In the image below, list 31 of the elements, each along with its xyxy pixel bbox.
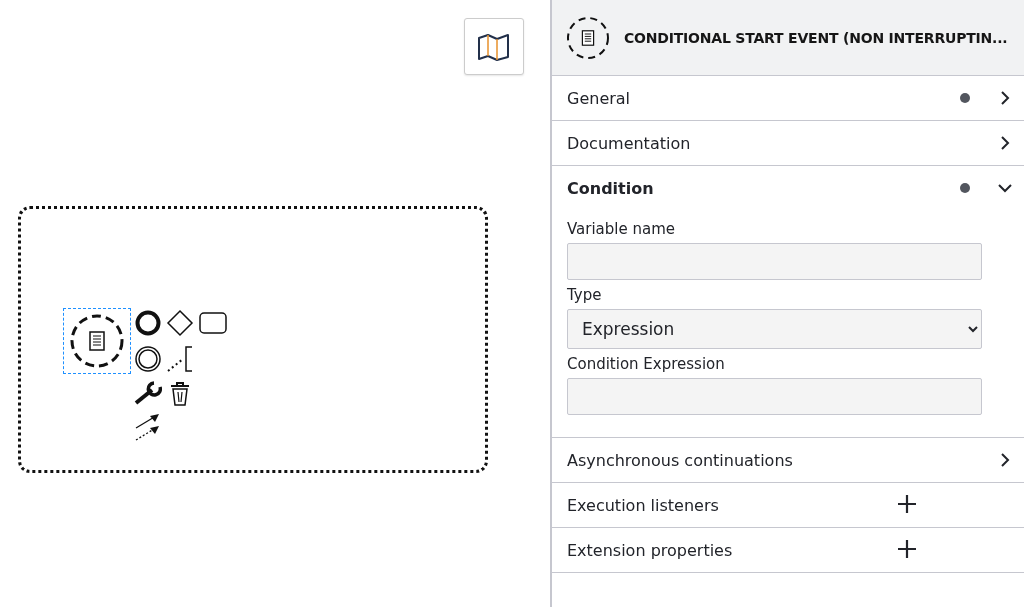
group-header[interactable]: Asynchronous continuations [567, 450, 998, 470]
group-header[interactable]: Extension properties [567, 540, 898, 560]
intermediate-event-icon[interactable] [134, 345, 162, 373]
field-label: Variable name [567, 220, 677, 238]
group-header[interactable]: Documentation [567, 133, 998, 153]
field-label: Type [567, 286, 603, 304]
annotation-icon[interactable] [166, 345, 194, 373]
plus-icon [898, 495, 916, 513]
group-header[interactable]: General [567, 88, 960, 108]
type-select[interactable]: Expression [567, 309, 982, 349]
panel-title: CONDITIONAL START EVENT (NON INTERRUPTIN... [624, 29, 1008, 46]
chevron-down-icon[interactable] [998, 181, 1012, 195]
conditional-event-shape[interactable] [64, 309, 130, 373]
group-header[interactable]: Condition [567, 178, 960, 198]
text-input-field[interactable] [567, 243, 982, 280]
chevron-right-icon[interactable] [998, 136, 1012, 150]
field-label: Condition Expression [567, 355, 726, 373]
conditional-event-icon [566, 15, 610, 60]
chevron-right-icon[interactable] [998, 453, 1012, 467]
trash-icon[interactable] [168, 381, 192, 407]
gateway-icon[interactable] [166, 309, 194, 337]
minimap-button[interactable] [464, 18, 524, 75]
task-icon[interactable] [199, 312, 227, 334]
wrench-icon[interactable] [134, 381, 162, 405]
chevron-right-icon[interactable] [998, 91, 1012, 105]
plus-icon [898, 540, 916, 558]
map-icon [477, 32, 511, 61]
text-input-field[interactable] [567, 378, 982, 415]
group-header[interactable]: Execution listeners [567, 495, 898, 515]
end-event-icon[interactable] [135, 310, 161, 336]
connect-icon[interactable] [134, 414, 162, 442]
